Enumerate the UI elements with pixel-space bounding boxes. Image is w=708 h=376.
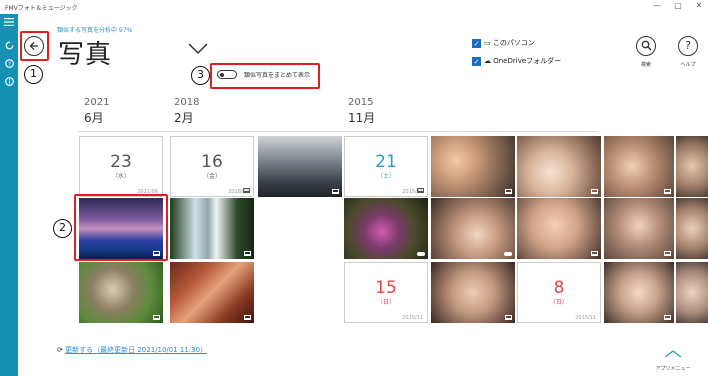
photo-thumbnail[interactable] [170, 262, 254, 323]
callout-number-1: 1 [24, 65, 43, 84]
chevron-up-icon [664, 350, 682, 358]
photo-thumbnail[interactable] [676, 198, 708, 259]
back-button[interactable] [24, 36, 44, 56]
similar-photos-toggle[interactable]: 類似写真をまとめて表示 [214, 68, 314, 82]
pc-icon [591, 251, 598, 256]
photo-thumbnail[interactable] [517, 198, 601, 259]
photo-thumbnail[interactable] [431, 262, 515, 323]
date-day: 23 [110, 152, 132, 172]
photo-thumbnail[interactable] [79, 198, 163, 259]
pc-icon [664, 189, 671, 194]
date-weekday: （日） [549, 299, 568, 306]
photo-thumbnail[interactable] [604, 262, 674, 323]
pc-icon [664, 315, 671, 320]
date-yearmonth: 2015/11 [575, 315, 596, 321]
pc-icon [664, 251, 671, 256]
help-icon[interactable]: ? [3, 59, 15, 71]
pc-icon [243, 188, 250, 193]
app-menu-button[interactable]: アプリメニュー [650, 343, 696, 372]
title-bar: FMVフォト＆ミュージック — ▢ ✕ [0, 0, 708, 14]
cloud-icon [504, 252, 512, 256]
minimize-button[interactable]: — [650, 1, 664, 10]
date-day: 21 [375, 152, 397, 172]
photo-thumbnail[interactable] [431, 136, 515, 197]
timeline-divider [78, 131, 598, 132]
toggle-switch[interactable] [217, 70, 237, 79]
year-label: 2018 [174, 97, 200, 108]
date-tile[interactable]: 8 （日） 2015/11 [517, 262, 601, 323]
analysis-progress: 類似する写真を分析中 97% [57, 27, 133, 34]
month-label[interactable]: 11月 [348, 109, 375, 126]
refresh-icon[interactable] [3, 41, 15, 53]
date-day: 15 [375, 278, 397, 298]
year-label: 2015 [348, 97, 374, 108]
month-label[interactable]: 6月 [84, 109, 104, 126]
source-onedrive[interactable]: ✓ ☁ OneDriveフォルダー [472, 56, 561, 66]
pc-icon [591, 189, 598, 194]
question-icon[interactable]: ? [678, 36, 698, 56]
month-label[interactable]: 2月 [174, 109, 194, 126]
pc-icon [153, 315, 160, 320]
toggle-label: 類似写真をまとめて表示 [244, 72, 311, 79]
photo-thumbnail[interactable] [170, 198, 254, 259]
photo-thumbnail[interactable] [676, 136, 708, 197]
pc-icon [505, 189, 512, 194]
pc-icon [244, 251, 251, 256]
chevron-down-icon[interactable] [188, 40, 208, 59]
pc-icon [505, 315, 512, 320]
pc-icon [332, 189, 339, 194]
sidebar: ? [0, 14, 18, 376]
close-button[interactable]: ✕ [692, 1, 706, 10]
photo-thumbnail[interactable] [676, 262, 708, 323]
photo-thumbnail[interactable] [604, 198, 674, 259]
help-label: ヘルプ [680, 62, 696, 68]
pc-icon [153, 251, 160, 256]
callout-number-3: 3 [191, 66, 210, 85]
date-tile[interactable]: 21 （土） 2015/11 [344, 136, 428, 197]
pc-icon: ▭ [484, 39, 491, 47]
svg-text:?: ? [7, 61, 10, 68]
date-yearmonth: 2015/11 [402, 315, 423, 321]
date-tile[interactable]: 16 （金） 2018/02 [170, 136, 254, 197]
date-day: 8 [553, 278, 565, 298]
cloud-icon [417, 252, 425, 256]
pc-icon [417, 188, 424, 193]
source-this-pc[interactable]: ✓ ▭ このパソコン [472, 38, 535, 48]
date-weekday: （金） [202, 173, 221, 180]
search-label: 検索 [640, 62, 651, 68]
date-weekday: （日） [376, 299, 395, 306]
pc-icon [244, 315, 251, 320]
source-label: OneDriveフォルダー [493, 57, 562, 65]
date-tile[interactable]: 15 （日） 2015/11 [344, 262, 428, 323]
app-menu-label: アプリメニュー [655, 366, 691, 372]
date-day: 16 [201, 152, 223, 172]
search-icon[interactable] [636, 36, 656, 56]
callout-number-2: 2 [53, 219, 72, 238]
window-title: FMVフォト＆ミュージック [5, 5, 78, 12]
date-weekday: （土） [376, 173, 395, 180]
back-arrow-icon [29, 42, 38, 50]
refresh-icon: ⟳ [57, 346, 63, 354]
photo-thumbnail[interactable] [258, 136, 342, 197]
update-link-text[interactable]: 更新する（最終更新日 2021/10/01 11:30） [65, 346, 207, 354]
checkbox-checked-icon[interactable]: ✓ [472, 56, 481, 66]
help-tool[interactable]: ? ヘルプ [668, 36, 708, 68]
photo-thumbnail[interactable] [344, 198, 428, 259]
update-link[interactable]: ⟳ 更新する（最終更新日 2021/10/01 11:30） [57, 345, 207, 355]
cloud-icon: ☁ [484, 57, 491, 65]
info-icon[interactable] [3, 77, 15, 89]
hamburger-menu-icon[interactable] [3, 18, 15, 30]
date-weekday: （水） [111, 173, 130, 180]
date-tile[interactable]: 23 （水） 2021/06 [79, 136, 163, 197]
source-label: このパソコン [492, 39, 535, 47]
checkbox-checked-icon[interactable]: ✓ [472, 38, 481, 48]
photo-thumbnail[interactable] [431, 198, 515, 259]
page-title: 写真 [58, 40, 113, 70]
photo-thumbnail[interactable] [517, 136, 601, 197]
maximize-button[interactable]: ▢ [671, 1, 685, 10]
photo-thumbnail[interactable] [604, 136, 674, 197]
photo-thumbnail[interactable] [79, 262, 163, 323]
year-label: 2021 [84, 97, 110, 108]
search-tool[interactable]: 検索 [626, 36, 666, 68]
